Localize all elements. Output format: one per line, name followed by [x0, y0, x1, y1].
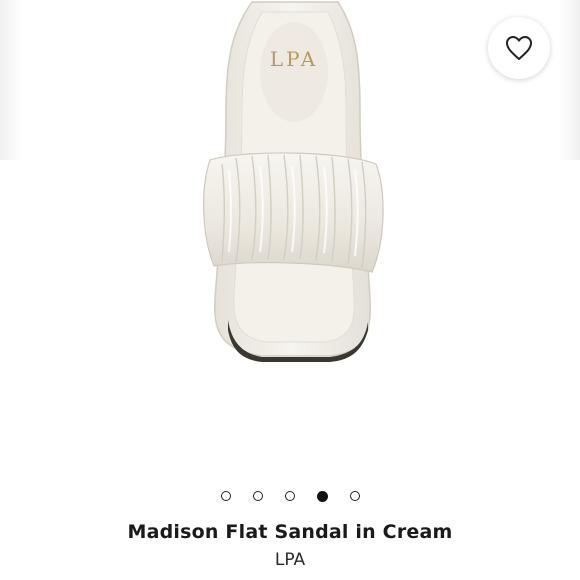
heart-icon: [506, 36, 532, 60]
carousel-dot-1[interactable]: [220, 491, 231, 501]
carousel-dot-5[interactable]: [349, 491, 360, 501]
carousel-dot-4-active[interactable]: [316, 490, 328, 502]
carousel-dot-3[interactable]: [284, 491, 295, 501]
product-page: LPA Madison Flat Sandal in Cream LPA: [0, 0, 580, 580]
sandal-heel-cup: [260, 22, 328, 122]
product-image[interactable]: LPA: [0, 0, 580, 470]
wishlist-button[interactable]: [488, 17, 550, 79]
product-brand[interactable]: LPA: [0, 550, 580, 570]
product-title: Madison Flat Sandal in Cream: [127, 521, 453, 543]
carousel-dot-2[interactable]: [252, 491, 263, 501]
insole-logo: LPA: [270, 47, 318, 71]
image-carousel-dots: [0, 488, 580, 504]
